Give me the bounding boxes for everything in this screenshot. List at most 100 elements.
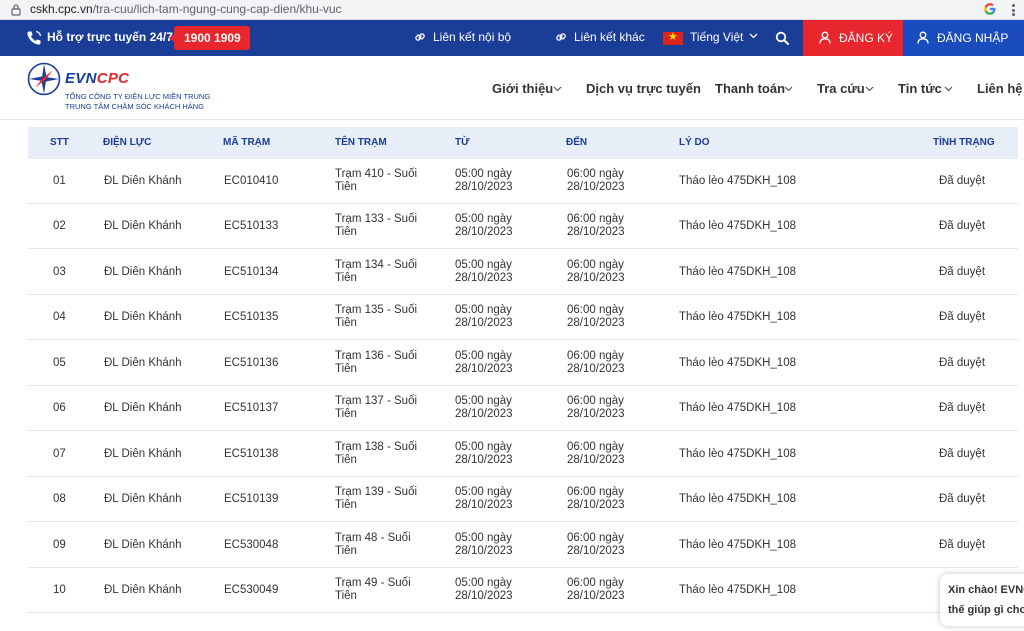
phone-support-icon [27, 30, 42, 45]
cell-to: 06:00 ngày 28/10/2023 [567, 213, 625, 238]
cell-from: 05:00 ngày 28/10/2023 [455, 486, 513, 511]
table-row: 04 ĐL Diên Khánh EC510135 Trạm 135 - Suố… [28, 295, 1018, 340]
cell-reason: Tháo lèo 475DKH_108 [679, 311, 796, 323]
cell-from: 05:00 ngày 28/10/2023 [455, 213, 513, 238]
cell-reason: Tháo lèo 475DKH_108 [679, 357, 796, 369]
cell-status: Đã duyệt [939, 357, 986, 369]
evn-logo-icon[interactable] [27, 62, 61, 96]
chevron-down-icon[interactable] [865, 86, 874, 92]
header-stt: STT [50, 137, 69, 148]
cell-from: 05:00 ngày 28/10/2023 [455, 168, 513, 193]
login-button[interactable]: ĐĂNG NHẬP [903, 20, 1024, 56]
cell-station-code: EC530048 [224, 539, 279, 551]
chat-greeting-line1: Xin chào! EVNC [948, 584, 1024, 596]
language-selector[interactable]: Tiếng Việt [690, 30, 743, 44]
nav-item-payment[interactable]: Thanh toán [715, 81, 785, 96]
link-icon [556, 33, 566, 41]
chat-widget[interactable]: Xin chào! EVNC thế giúp gì cho [940, 574, 1024, 626]
cell-power-company: ĐL Diên Khánh [104, 311, 182, 323]
cell-power-company: ĐL Diên Khánh [104, 175, 182, 187]
cell-stt: 03 [53, 266, 66, 278]
cell-reason: Tháo lèo 475DKH_108 [679, 539, 796, 551]
cell-stt: 10 [53, 584, 66, 596]
cell-power-company: ĐL Diên Khánh [104, 584, 182, 596]
search-icon[interactable] [775, 31, 789, 45]
cell-station-code: EC510135 [224, 311, 279, 323]
link-icon [415, 33, 425, 41]
cell-from: 05:00 ngày 28/10/2023 [455, 304, 513, 329]
header-status: TÌNH TRẠNG [933, 137, 995, 148]
cell-station-code: EC510134 [224, 266, 279, 278]
google-icon[interactable] [983, 2, 997, 16]
cell-status: Đã duyệt [939, 175, 986, 187]
cell-station-name: Trạm 49 - Suối Tiên [335, 577, 411, 602]
table-row: 01 ĐL Diên Khánh EC010410 Trạm 410 - Suố… [28, 159, 1018, 204]
cell-to: 06:00 ngày 28/10/2023 [567, 577, 625, 602]
cell-station-code: EC510136 [224, 357, 279, 369]
internal-link-menu[interactable]: Liên kết nội bộ [413, 30, 511, 44]
cell-reason: Tháo lèo 475DKH_108 [679, 175, 796, 187]
nav-item-news[interactable]: Tin tức [898, 81, 942, 96]
cell-from: 05:00 ngày 28/10/2023 [455, 577, 513, 602]
cell-station-name: Trạm 410 - Suối Tiên [335, 168, 418, 193]
table-row: 03 ĐL Diên Khánh EC510134 Trạm 134 - Suố… [28, 250, 1018, 295]
browser-address-bar[interactable]: cskh.cpc.vn/tra-cuu/lich-tam-ngung-cung-… [0, 0, 1024, 20]
cell-stt: 09 [53, 539, 66, 551]
table-row: 06 ĐL Diên Khánh EC510137 Trạm 137 - Suố… [28, 386, 1018, 431]
cell-power-company: ĐL Diên Khánh [104, 493, 182, 505]
chevron-down-icon[interactable] [749, 33, 758, 39]
cell-station-name: Trạm 136 - Suối Tiên [335, 350, 418, 375]
nav-item-lookup[interactable]: Tra cứu [817, 81, 865, 96]
cell-reason: Tháo lèo 475DKH_108 [679, 493, 796, 505]
cell-reason: Tháo lèo 475DKH_108 [679, 448, 796, 460]
site-info-icon[interactable] [10, 3, 22, 16]
cell-status: Đã duyệt [939, 539, 986, 551]
cell-to: 06:00 ngày 28/10/2023 [567, 486, 625, 511]
address-url[interactable]: cskh.cpc.vn/tra-cuu/lich-tam-ngung-cung-… [30, 2, 342, 16]
cell-station-name: Trạm 138 - Suối Tiên [335, 441, 418, 466]
header-from: TỪ [455, 137, 470, 148]
cell-to: 06:00 ngày 28/10/2023 [567, 168, 625, 193]
cell-from: 05:00 ngày 28/10/2023 [455, 441, 513, 466]
cell-from: 05:00 ngày 28/10/2023 [455, 350, 513, 375]
cell-status: Đã duyệt [939, 311, 986, 323]
brand-subtitle-company: TỔNG CÔNG TY ĐIỆN LỰC MIỀN TRUNG [65, 92, 211, 101]
brand-logo-text[interactable]: EVNCPC [65, 70, 129, 87]
table-row: 09 ĐL Diên Khánh EC530048 Trạm 48 - Suối… [28, 523, 1018, 568]
table-header: STT ĐIỆN LỰC MÃ TRẠM TÊN TRẠM TỪ ĐẾN LÝ … [28, 127, 1018, 159]
register-button[interactable]: ĐĂNG KÝ [803, 20, 903, 56]
register-label: ĐĂNG KÝ [839, 31, 894, 45]
hotline-number-badge[interactable]: 1900 1909 [169, 26, 250, 50]
cell-power-company: ĐL Diên Khánh [104, 357, 182, 369]
cell-stt: 01 [53, 175, 66, 187]
cell-stt: 07 [53, 448, 66, 460]
table-row: 05 ĐL Diên Khánh EC510136 Trạm 136 - Suố… [28, 341, 1018, 386]
chevron-down-icon[interactable] [553, 86, 562, 92]
top-utility-bar: Hỗ trợ trực tuyến 24/7: 1900 1909 Liên k… [0, 20, 1024, 56]
cell-status: Đã duyệt [939, 493, 986, 505]
nav-item-online-services[interactable]: Dịch vụ trực tuyến [586, 81, 701, 96]
cell-reason: Tháo lèo 475DKH_108 [679, 220, 796, 232]
cell-station-code: EC510133 [224, 220, 279, 232]
chevron-down-icon[interactable] [944, 86, 953, 92]
other-link-menu[interactable]: Liên kết khác [554, 30, 645, 44]
nav-item-contact[interactable]: Liên hệ [977, 81, 1023, 96]
cell-stt: 02 [53, 220, 66, 232]
cell-power-company: ĐL Diên Khánh [104, 448, 182, 460]
cell-stt: 04 [53, 311, 66, 323]
cell-to: 06:00 ngày 28/10/2023 [567, 350, 625, 375]
table-row: 02 ĐL Diên Khánh EC510133 Trạm 133 - Suố… [28, 204, 1018, 249]
browser-menu-icon[interactable] [1012, 4, 1016, 16]
table-row: 07 ĐL Diên Khánh EC510138 Trạm 138 - Suố… [28, 432, 1018, 477]
cell-reason: Tháo lèo 475DKH_108 [679, 584, 796, 596]
cell-to: 06:00 ngày 28/10/2023 [567, 259, 625, 284]
cell-station-name: Trạm 134 - Suối Tiên [335, 259, 418, 284]
cell-power-company: ĐL Diên Khánh [104, 402, 182, 414]
table-row: 10 ĐL Diên Khánh EC530049 Trạm 49 - Suối… [28, 568, 1018, 613]
cell-stt: 05 [53, 357, 66, 369]
cell-to: 06:00 ngày 28/10/2023 [567, 395, 625, 420]
chevron-down-icon[interactable] [784, 86, 793, 92]
vietnam-flag-icon [663, 31, 683, 45]
user-icon [819, 31, 831, 44]
nav-item-intro[interactable]: Giới thiệu [492, 81, 553, 96]
